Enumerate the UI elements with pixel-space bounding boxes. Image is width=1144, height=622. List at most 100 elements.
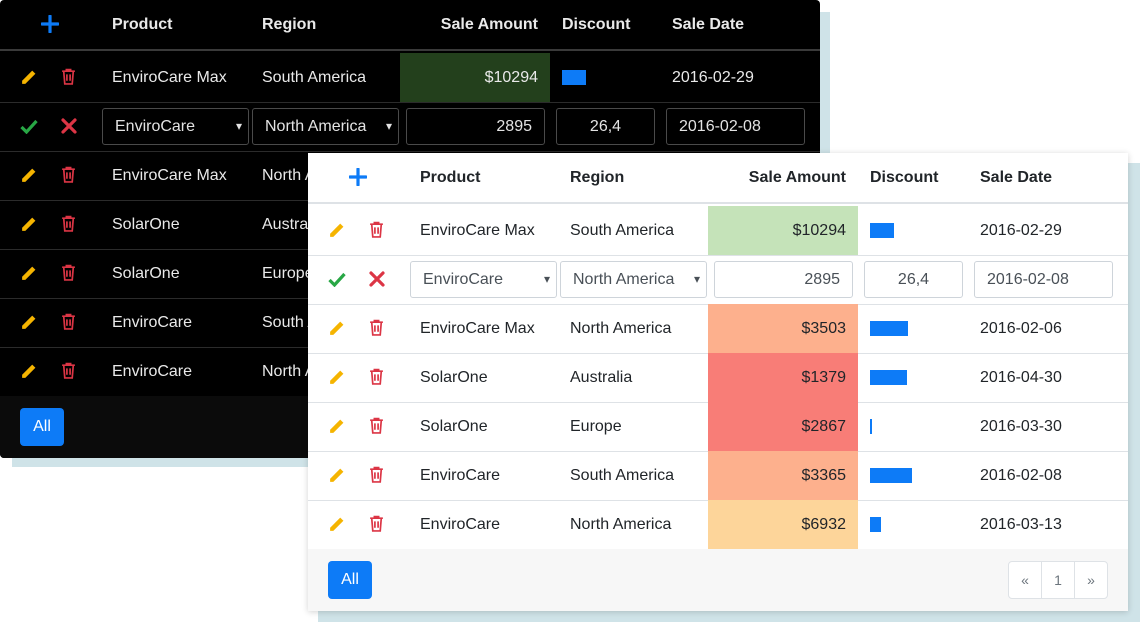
table-row: SolarOne Australia $1379 2016-04-30 (308, 353, 1128, 403)
delete-icon[interactable] (369, 515, 384, 532)
table-row: EnviroCare North America $6932 2016-03-1… (308, 500, 1128, 550)
delete-icon[interactable] (369, 466, 384, 483)
region-cell: South America (262, 69, 367, 86)
add-icon[interactable] (41, 15, 59, 33)
edit-icon[interactable] (328, 467, 345, 484)
product-cell: EnviroCare (112, 363, 193, 380)
region-cell: South America (570, 222, 675, 239)
delete-icon[interactable] (61, 362, 76, 379)
edit-icon[interactable] (20, 69, 37, 86)
sale-amount-input[interactable]: 2895 (406, 108, 545, 145)
discount-bar (870, 370, 907, 385)
column-header-region[interactable]: Region (570, 153, 710, 202)
delete-icon[interactable] (61, 215, 76, 232)
product-cell: EnviroCare (420, 516, 501, 533)
sale-date-cell: 2016-03-30 (980, 418, 1062, 435)
table-row: EnviroCare Max North America $3503 2016-… (308, 304, 1128, 354)
edit-icon[interactable] (20, 216, 37, 233)
sale-date-input[interactable]: 2016-02-08 (666, 108, 805, 145)
region-select[interactable]: North America (252, 108, 399, 145)
sale-date-cell: 2016-02-06 (980, 320, 1062, 337)
edit-row: EnviroCare North America 2895 26,4 2016-… (0, 102, 820, 152)
discount-bar (870, 419, 872, 434)
product-cell: SolarOne (420, 418, 488, 435)
delete-icon[interactable] (369, 417, 384, 434)
product-cell: EnviroCare Max (112, 167, 227, 184)
edit-icon[interactable] (20, 314, 37, 331)
column-header-sale-amount[interactable]: Sale Amount (708, 153, 858, 202)
delete-icon[interactable] (369, 221, 384, 238)
edit-icon[interactable] (328, 369, 345, 386)
region-cell: Australia (570, 369, 633, 386)
column-header-sale-amount[interactable]: Sale Amount (400, 0, 550, 49)
delete-icon[interactable] (369, 368, 384, 385)
product-select[interactable]: EnviroCare (102, 108, 249, 145)
region-cell: Europe (570, 418, 622, 435)
light-grid: Product Region Sale Amount Discount Sale… (308, 153, 1128, 611)
discount-input[interactable]: 26,4 (864, 261, 963, 298)
sale-amount-cell: $2867 (801, 418, 847, 435)
pagination-page[interactable]: 1 (1042, 562, 1075, 598)
delete-icon[interactable] (61, 264, 76, 281)
product-cell: EnviroCare Max (420, 320, 535, 337)
edit-icon[interactable] (328, 320, 345, 337)
table-row: SolarOne Europe $2867 2016-03-30 (308, 402, 1128, 452)
confirm-icon[interactable] (328, 272, 346, 287)
column-header-discount[interactable]: Discount (870, 153, 970, 202)
discount-bar (870, 321, 908, 336)
sale-date-cell: 2016-02-29 (980, 222, 1062, 239)
column-header-discount[interactable]: Discount (562, 0, 662, 49)
sale-date-input[interactable]: 2016-02-08 (974, 261, 1113, 298)
discount-bar (870, 468, 912, 483)
column-header-product[interactable]: Product (112, 0, 252, 49)
cancel-icon[interactable] (369, 271, 385, 287)
sale-date-cell: 2016-03-13 (980, 516, 1062, 533)
confirm-icon[interactable] (20, 119, 38, 134)
cancel-icon[interactable] (61, 118, 77, 134)
column-header-sale-date[interactable]: Sale Date (672, 0, 812, 49)
edit-icon[interactable] (328, 418, 345, 435)
edit-icon[interactable] (328, 516, 345, 533)
discount-input[interactable]: 26,4 (556, 108, 655, 145)
region-cell: North America (570, 320, 672, 337)
column-header-region[interactable]: Region (262, 0, 402, 49)
edit-icon[interactable] (328, 222, 345, 239)
edit-icon[interactable] (20, 167, 37, 184)
pagination-prev[interactable]: « (1009, 562, 1042, 598)
edit-icon[interactable] (20, 265, 37, 282)
pagination: « 1 » (1008, 561, 1108, 599)
product-cell: SolarOne (112, 265, 180, 282)
sale-date-cell: 2016-02-29 (672, 69, 754, 86)
table-row: EnviroCare Max South America $10294 2016… (308, 206, 1128, 256)
delete-icon[interactable] (61, 68, 76, 85)
product-cell: EnviroCare Max (420, 222, 535, 239)
all-button[interactable]: All (20, 408, 64, 446)
sale-amount-cell: $3365 (801, 467, 847, 484)
product-cell: EnviroCare (420, 467, 501, 484)
add-icon[interactable] (349, 168, 367, 186)
delete-icon[interactable] (369, 319, 384, 336)
product-select[interactable]: EnviroCare (410, 261, 557, 298)
sale-amount-input[interactable]: 2895 (714, 261, 853, 298)
column-header-product[interactable]: Product (420, 153, 560, 202)
pagination-next[interactable]: » (1075, 562, 1107, 598)
discount-bar (870, 517, 881, 532)
column-header-sale-date[interactable]: Sale Date (980, 153, 1120, 202)
header-row: Product Region Sale Amount Discount Sale… (308, 153, 1128, 204)
edit-icon[interactable] (20, 363, 37, 380)
region-select[interactable]: North America (560, 261, 707, 298)
product-cell: EnviroCare Max (112, 69, 227, 86)
all-button[interactable]: All (328, 561, 372, 599)
edit-row: EnviroCare North America 2895 26,4 2016-… (308, 255, 1128, 305)
delete-icon[interactable] (61, 313, 76, 330)
product-cell: SolarOne (112, 216, 180, 233)
discount-bar (562, 70, 586, 85)
delete-icon[interactable] (61, 166, 76, 183)
grid-footer: All « 1 » (308, 549, 1128, 611)
sale-amount-cell: $10294 (792, 222, 846, 239)
sale-date-cell: 2016-04-30 (980, 369, 1062, 386)
product-cell: EnviroCare (112, 314, 193, 331)
sale-amount-cell: $10294 (484, 69, 538, 86)
region-cell: North America (570, 516, 672, 533)
product-cell: SolarOne (420, 369, 488, 386)
